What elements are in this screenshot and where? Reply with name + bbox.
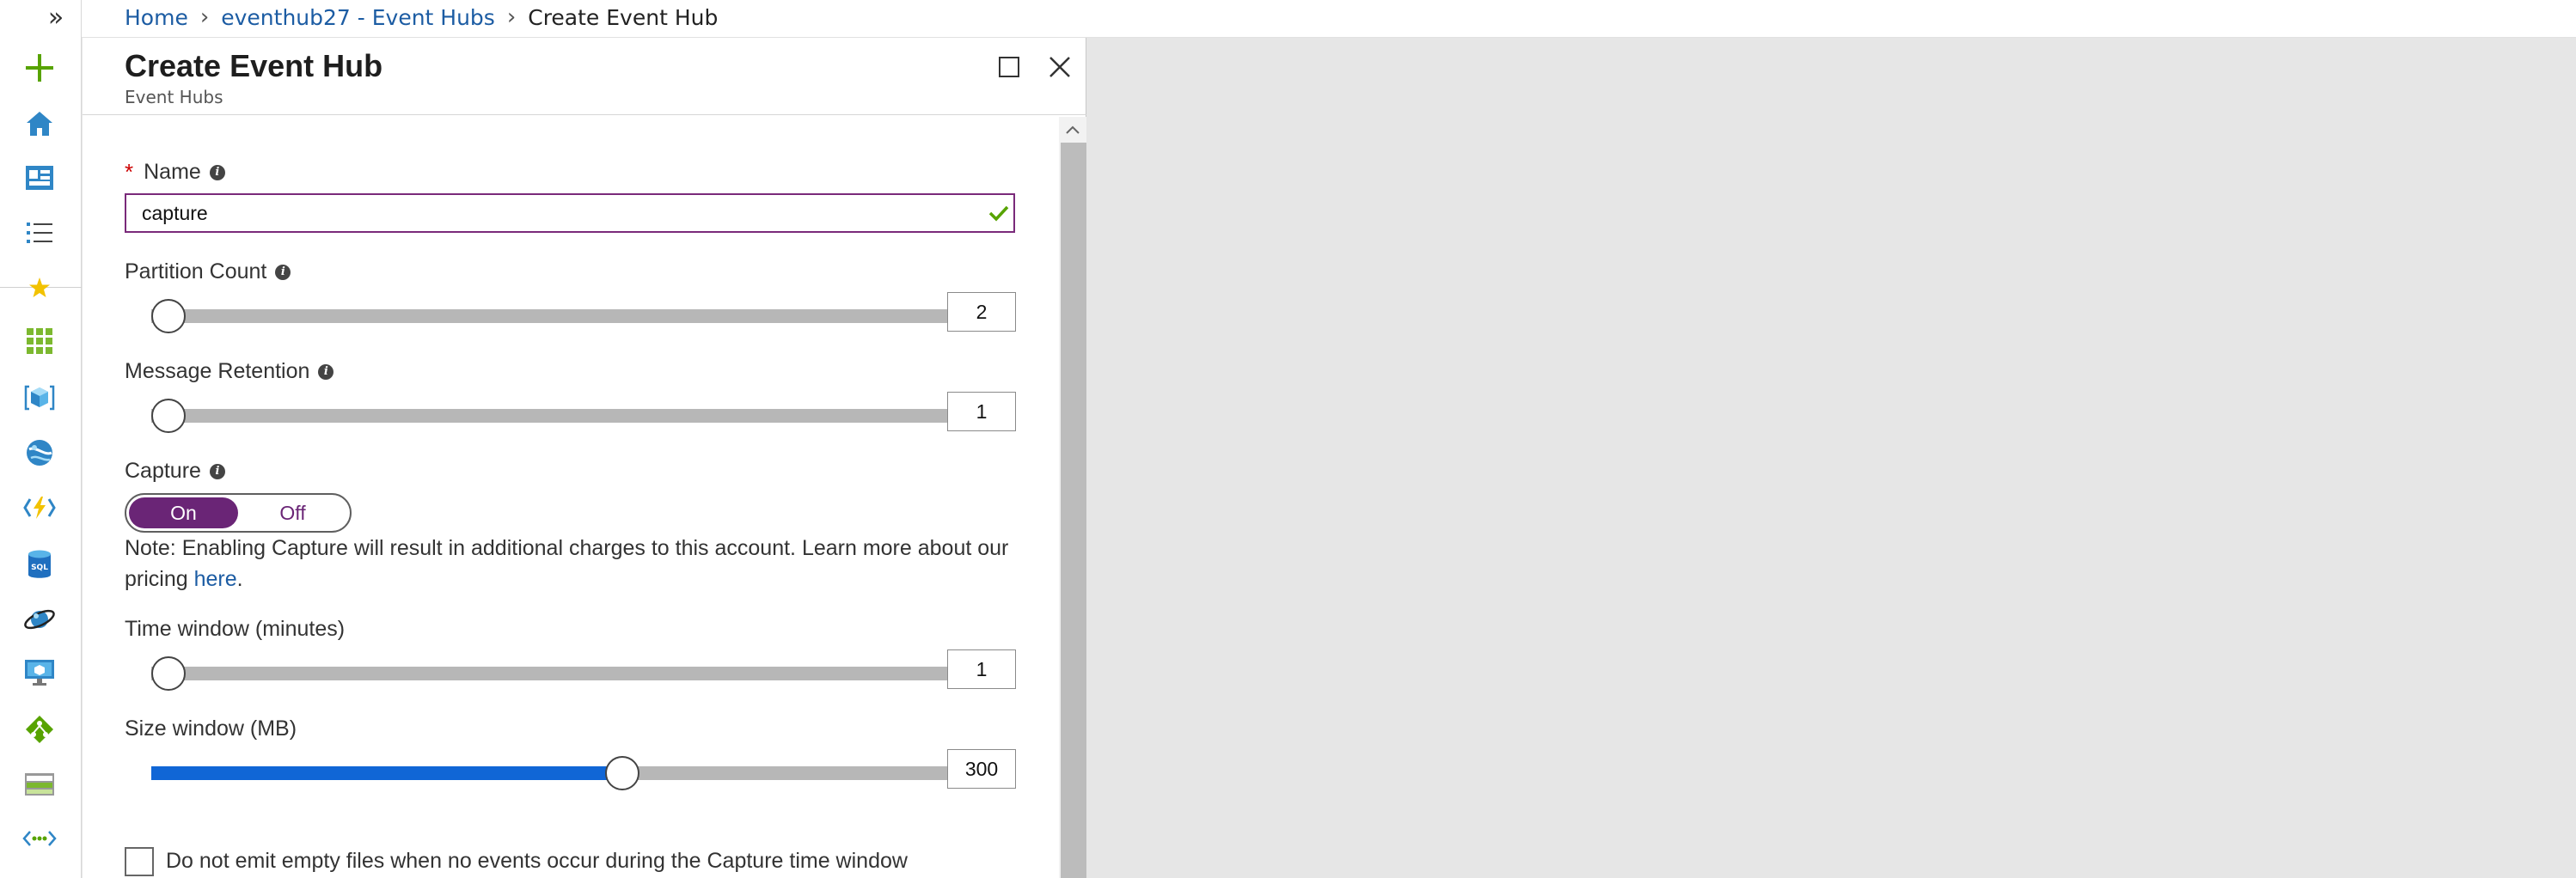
blade-subtitle: Event Hubs <box>125 87 223 107</box>
partition-count-label: Partition Count i <box>125 259 291 284</box>
slider-fill <box>151 766 622 780</box>
empty-files-checkbox[interactable] <box>125 847 154 876</box>
breadcrumb: Home › eventhub27 - Event Hubs › Create … <box>125 0 718 34</box>
scroll-up-icon[interactable] <box>1059 117 1086 143</box>
dashboard-icon[interactable] <box>20 158 59 198</box>
capture-on-option[interactable]: On <box>129 497 238 528</box>
required-asterisk: * <box>125 159 134 185</box>
breadcrumb-home[interactable]: Home <box>125 5 188 30</box>
slider-thumb[interactable] <box>151 299 186 333</box>
chevron-right-icon: › <box>199 4 210 30</box>
size-window-label: Size window (MB) <box>125 716 297 741</box>
chevron-right-icon: › <box>506 4 517 30</box>
pricing-link[interactable]: here <box>194 567 237 591</box>
virtual-networks-icon[interactable] <box>20 819 59 858</box>
slider-track <box>151 667 963 680</box>
capture-off-option[interactable]: Off <box>238 497 347 528</box>
load-balancers-icon[interactable] <box>20 710 59 749</box>
time-window-label: Time window (minutes) <box>125 617 346 641</box>
all-resources-icon[interactable] <box>20 321 59 361</box>
resource-groups-icon[interactable] <box>20 378 59 418</box>
app-services-icon[interactable] <box>20 433 59 473</box>
slider-track <box>151 309 963 323</box>
breadcrumb-current: Create Event Hub <box>528 4 719 30</box>
sql-databases-icon[interactable]: SQL <box>20 545 59 584</box>
maximize-icon[interactable] <box>992 50 1026 84</box>
expand-icon[interactable]: » <box>43 0 69 34</box>
info-icon[interactable]: i <box>318 363 334 380</box>
capture-pricing-note: Note: Enabling Capture will result in ad… <box>125 536 1009 591</box>
function-apps-icon[interactable] <box>20 488 59 527</box>
time-window-slider[interactable] <box>151 656 963 691</box>
partition-count-input[interactable] <box>947 292 1016 332</box>
cosmos-db-icon[interactable] <box>20 600 59 639</box>
size-window-slider[interactable] <box>151 756 963 790</box>
message-retention-label: Message Retention i <box>125 359 334 384</box>
partition-count-slider[interactable] <box>151 299 963 333</box>
time-window-input[interactable] <box>947 649 1016 689</box>
blade-title: Create Event Hub <box>125 48 383 83</box>
storage-accounts-icon[interactable] <box>20 765 59 804</box>
message-retention-input[interactable] <box>947 392 1016 431</box>
capture-label: Capture i <box>125 459 225 484</box>
create-event-hub-blade: Create Event Hub Event Hubs * Name i Par… <box>83 38 1086 878</box>
empty-files-label: Do not emit empty files when no events o… <box>166 849 908 873</box>
home-icon[interactable] <box>20 104 59 143</box>
checkmark-icon <box>985 198 1013 229</box>
svg-text:SQL: SQL <box>31 564 48 572</box>
close-icon[interactable] <box>1043 50 1077 84</box>
slider-thumb[interactable] <box>151 656 186 691</box>
info-icon[interactable]: i <box>209 164 225 180</box>
message-retention-slider[interactable] <box>151 399 963 433</box>
all-services-icon[interactable] <box>20 213 59 253</box>
virtual-machines-icon[interactable] <box>20 653 59 692</box>
blade-scrollbar[interactable] <box>1059 117 1086 878</box>
size-window-input[interactable] <box>947 749 1016 789</box>
scroll-thumb[interactable] <box>1061 143 1086 878</box>
info-icon[interactable]: i <box>209 463 225 479</box>
plus-icon[interactable] <box>20 48 59 88</box>
slider-thumb[interactable] <box>605 756 639 790</box>
favorites-star-icon[interactable] <box>20 268 59 308</box>
slider-track <box>151 409 963 423</box>
left-nav-sidebar: » SQL <box>0 0 82 878</box>
info-icon[interactable]: i <box>275 264 291 280</box>
slider-thumb[interactable] <box>151 399 186 433</box>
name-input[interactable] <box>125 193 1015 233</box>
capture-toggle: On Off <box>125 493 352 533</box>
name-label: * Name i <box>125 159 225 186</box>
blade-header: Create Event Hub Event Hubs <box>83 38 1086 115</box>
breadcrumb-eventhub-namespace[interactable]: eventhub27 - Event Hubs <box>221 5 495 30</box>
